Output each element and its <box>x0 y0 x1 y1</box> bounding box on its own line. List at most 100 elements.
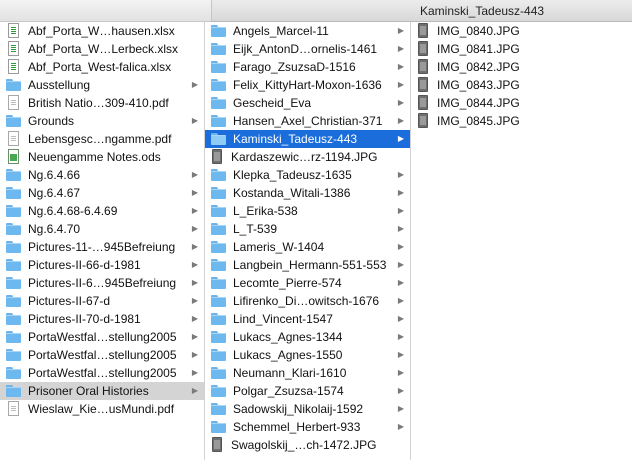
chevron-right-icon: ▶ <box>191 170 198 179</box>
folder-icon <box>211 421 226 433</box>
folder-item[interactable]: Lukacs_Agnes-1344 ▶ <box>205 328 410 346</box>
folder-icon <box>6 79 21 91</box>
folder-item[interactable]: Prisoner Oral Histories ▶ <box>0 382 204 400</box>
image-file-icon <box>418 113 428 128</box>
file-item[interactable]: Neuengamme Notes.ods <box>0 148 204 166</box>
folder-icon <box>211 385 226 397</box>
chevron-right-icon: ▶ <box>191 80 198 89</box>
item-label: Abf_Porta_W…Lerbeck.xlsx <box>28 42 179 56</box>
folder-item[interactable]: Angels_Marcel-11 ▶ <box>205 22 410 40</box>
file-item[interactable]: Abf_Porta_West-falica.xlsx <box>0 58 204 76</box>
folder-item[interactable]: Pictures-11-…945Befreiung ▶ <box>0 238 204 256</box>
folder-item[interactable]: Pictures-II-70-d-1981 ▶ <box>0 310 204 328</box>
item-label: Pictures-II-70-d-1981 <box>28 312 141 326</box>
file-item[interactable]: IMG_0840.JPG <box>411 22 632 40</box>
folder-item[interactable]: Schemmel_Herbert-933 ▶ <box>205 418 410 436</box>
file-item[interactable]: British Natio…309-410.pdf <box>0 94 204 112</box>
folder-icon <box>211 367 226 379</box>
file-item[interactable]: Swagolskij_…ch-1472.JPG <box>205 436 410 454</box>
folder-item[interactable]: Pictures-II-6…945Befreiung ▶ <box>0 274 204 292</box>
file-item[interactable]: Abf_Porta_W…Lerbeck.xlsx <box>0 40 204 58</box>
folder-item[interactable]: Gescheid_Eva ▶ <box>205 94 410 112</box>
item-label: Wieslaw_Kie…usMundi.pdf <box>28 402 175 416</box>
item-label: Abf_Porta_West-falica.xlsx <box>28 60 172 74</box>
folder-icon <box>211 349 226 361</box>
image-file-icon <box>418 41 428 56</box>
folder-item[interactable]: Hansen_Axel_Christian-371 ▶ <box>205 112 410 130</box>
file-item[interactable]: IMG_0843.JPG <box>411 76 632 94</box>
column-2[interactable]: Angels_Marcel-11 ▶ Eijk_AntonD…ornelis-146… <box>205 22 411 460</box>
folder-icon <box>6 331 21 343</box>
file-item[interactable]: IMG_0845.JPG <box>411 112 632 130</box>
column-3[interactable]: IMG_0840.JPG IMG_0841.JPG IMG_0842.JPG IMG_… <box>411 22 632 460</box>
column-1[interactable]: Abf_Porta_W…hausen.xlsx Abf_Porta_W…Lerbe… <box>0 22 205 460</box>
image-file-icon <box>418 95 428 110</box>
folder-icon <box>6 385 21 397</box>
folder-icon <box>6 349 21 361</box>
file-item[interactable]: IMG_0841.JPG <box>411 40 632 58</box>
folder-item[interactable]: Polgar_Zsuzsa-1574 ▶ <box>205 382 410 400</box>
image-file-icon <box>212 149 222 164</box>
folder-item[interactable]: Sadowskij_Nikolaij-1592 ▶ <box>205 400 410 418</box>
chevron-right-icon: ▶ <box>397 188 404 197</box>
chevron-right-icon: ▶ <box>191 350 198 359</box>
item-label: Schemmel_Herbert-933 <box>233 420 361 434</box>
item-label: Lukacs_Agnes-1344 <box>233 330 343 344</box>
folder-item[interactable]: Lecomte_Pierre-574 ▶ <box>205 274 410 292</box>
folder-item[interactable]: Ausstellung ▶ <box>0 76 204 94</box>
chevron-right-icon: ▶ <box>191 242 198 251</box>
folder-item[interactable]: PortaWestfal…stellung2005 ▶ <box>0 328 204 346</box>
folder-icon <box>211 295 226 307</box>
file-item[interactable]: Lebensgesc…ngamme.pdf <box>0 130 204 148</box>
chevron-right-icon: ▶ <box>191 278 198 287</box>
folder-item[interactable]: Pictures-II-67-d ▶ <box>0 292 204 310</box>
document-icon <box>8 401 19 416</box>
chevron-right-icon: ▶ <box>397 314 404 323</box>
item-label: Klepka_Tadeusz-1635 <box>233 168 352 182</box>
folder-icon <box>211 313 226 325</box>
folder-item[interactable]: Eijk_AntonD…ornelis-1461 ▶ <box>205 40 410 58</box>
chevron-right-icon: ▶ <box>397 206 404 215</box>
item-label: British Natio…309-410.pdf <box>28 96 169 110</box>
folder-item[interactable]: Kostanda_Witali-1386 ▶ <box>205 184 410 202</box>
file-item[interactable]: IMG_0842.JPG <box>411 58 632 76</box>
folder-item[interactable]: Klepka_Tadeusz-1635 ▶ <box>205 166 410 184</box>
item-label: Lecomte_Pierre-574 <box>233 276 342 290</box>
item-label: Felix_KittyHart-Moxon-1636 <box>233 78 382 92</box>
folder-item[interactable]: PortaWestfal…stellung2005 ▶ <box>0 346 204 364</box>
chevron-right-icon: ▶ <box>397 224 404 233</box>
folder-icon <box>211 259 226 271</box>
file-item[interactable]: IMG_0844.JPG <box>411 94 632 112</box>
folder-item[interactable]: Felix_KittyHart-Moxon-1636 ▶ <box>205 76 410 94</box>
chevron-right-icon: ▶ <box>397 80 404 89</box>
folder-item[interactable]: Ng.6.4.68-6.4.69 ▶ <box>0 202 204 220</box>
file-item[interactable]: Abf_Porta_W…hausen.xlsx <box>0 22 204 40</box>
folder-item[interactable]: Lukacs_Agnes-1550 ▶ <box>205 346 410 364</box>
folder-item[interactable]: Farago_ZsuzsaD-1516 ▶ <box>205 58 410 76</box>
folder-item[interactable]: PortaWestfal…stellung2005 ▶ <box>0 364 204 382</box>
item-label: Prisoner Oral Histories <box>28 384 149 398</box>
folder-item[interactable]: Kaminski_Tadeusz-443 ▶ <box>205 130 410 148</box>
document-icon <box>8 95 19 110</box>
folder-item[interactable]: Lameris_W-1404 ▶ <box>205 238 410 256</box>
item-label: Grounds <box>28 114 75 128</box>
folder-icon <box>211 133 226 145</box>
folder-item[interactable]: Langbein_Hermann-551-553 ▶ <box>205 256 410 274</box>
file-item[interactable]: Kardaszewic…rz-1194.JPG <box>205 148 410 166</box>
folder-item[interactable]: L_Erika-538 ▶ <box>205 202 410 220</box>
folder-item[interactable]: Neumann_Klari-1610 ▶ <box>205 364 410 382</box>
folder-item[interactable]: Ng.6.4.70 ▶ <box>0 220 204 238</box>
chevron-right-icon: ▶ <box>397 26 404 35</box>
folder-icon <box>6 223 21 235</box>
folder-item[interactable]: Grounds ▶ <box>0 112 204 130</box>
folder-item[interactable]: Lifirenko_Di…owitsch-1676 ▶ <box>205 292 410 310</box>
folder-icon <box>211 403 226 415</box>
item-label: Neumann_Klari-1610 <box>233 366 347 380</box>
folder-item[interactable]: Pictures-II-66-d-1981 ▶ <box>0 256 204 274</box>
folder-item[interactable]: Lind_Vincent-1547 ▶ <box>205 310 410 328</box>
file-item[interactable]: Wieslaw_Kie…usMundi.pdf <box>0 400 204 418</box>
folder-icon <box>211 61 226 73</box>
folder-item[interactable]: Ng.6.4.67 ▶ <box>0 184 204 202</box>
folder-item[interactable]: L_T-539 ▶ <box>205 220 410 238</box>
folder-item[interactable]: Ng.6.4.66 ▶ <box>0 166 204 184</box>
